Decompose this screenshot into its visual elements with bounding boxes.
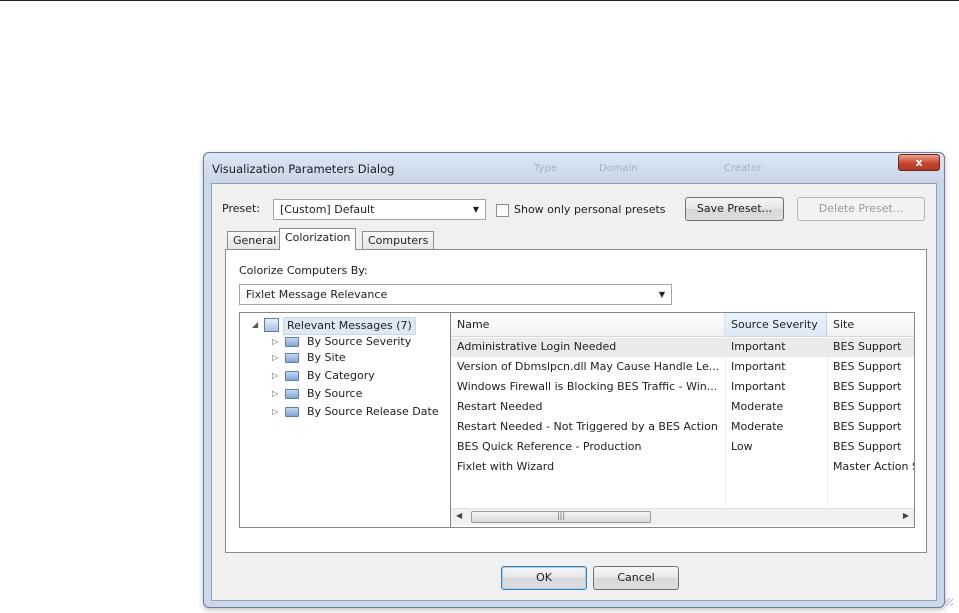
tab-colorization[interactable]: Colorization [279,228,357,250]
expanded-triangle-icon[interactable]: ◢ [252,317,258,333]
show-personal-presets-checkbox[interactable] [496,204,509,217]
folder-icon [285,371,299,381]
preset-value: [Custom] Default [280,203,375,216]
column-header-source-severity[interactable]: Source Severity [725,313,827,337]
table-cell-name[interactable]: Restart Needed - Not Triggered by a BES … [457,417,723,437]
table-cell-site[interactable]: BES Support [833,437,914,457]
table-cell-site[interactable]: Master Action Site [833,457,914,477]
column-divider [827,337,828,505]
table-cell-site[interactable]: BES Support [833,397,914,417]
ok-button[interactable]: OK [501,566,587,590]
tab-computers[interactable]: Computers [362,231,435,249]
top-border-line [0,0,959,1]
table-cell-name[interactable]: BES Quick Reference - Production [457,437,723,457]
colorize-by-value: Fixlet Message Relevance [246,288,388,301]
tree-item-label: By Site [307,351,346,364]
colorize-by-label: Colorize Computers By: [239,264,368,277]
collapsed-triangle-icon[interactable]: ▷ [272,368,278,384]
background-ghost-text: Type [534,163,557,174]
category-tree: ◢ Relevant Messages (7) ▷ By Source Seve… [239,312,451,528]
collapsed-triangle-icon[interactable]: ▷ [272,350,278,366]
horizontal-scrollbar[interactable]: ◀ ||| ▶ [451,508,914,525]
table-cell-name[interactable]: Windows Firewall is Blocking BES Traffic… [457,377,723,397]
tree-root-label: Relevant Messages (7) [283,317,416,335]
column-divider [725,337,726,505]
delete-preset-button[interactable]: Delete Preset... [797,197,925,221]
colorization-panel: Colorize Computers By: Fixlet Message Re… [225,249,927,553]
table-cell-severity[interactable]: Important [731,357,825,377]
cancel-button[interactable]: Cancel [593,566,679,590]
folder-icon [285,337,299,347]
table-cell-severity[interactable]: Low [731,437,825,457]
tab-general[interactable]: General [227,231,283,249]
collapsed-triangle-icon[interactable]: ▷ [272,334,278,350]
table-cell-severity[interactable] [731,457,825,477]
close-icon: x [915,156,923,169]
tree-item-label: By Source Release Date [307,405,439,418]
background-ghost-text: Domain [599,163,638,174]
collapsed-triangle-icon[interactable]: ▷ [272,386,278,402]
scroll-right-arrow-icon[interactable]: ▶ [903,511,909,520]
scroll-left-arrow-icon[interactable]: ◀ [456,511,462,520]
dialog-title: Visualization Parameters Dialog [212,162,395,176]
table-cell-name[interactable]: Administrative Login Needed [457,337,723,357]
preset-label: Preset: [222,202,261,215]
table-cell-severity[interactable]: Moderate [731,397,825,417]
resize-grip-icon[interactable] [945,598,953,606]
folder-icon [285,389,299,399]
tree-item-label: By Source Severity [307,335,412,348]
table-cell-severity[interactable]: Important [731,377,825,397]
folder-icon [285,407,299,417]
table-cell-severity[interactable]: Important [731,337,825,357]
scrollbar-thumb[interactable]: ||| [471,511,651,523]
background-ghost-text: Creator [724,163,762,174]
show-personal-presets-label[interactable]: Show only personal presets [514,203,666,216]
folder-icon [285,353,299,363]
column-header-name[interactable]: Name [451,313,725,337]
save-preset-button[interactable]: Save Preset... [685,197,784,221]
column-header-site[interactable]: Site [827,313,914,337]
table-cell-site[interactable]: BES Support [833,357,914,377]
dialog-client-area: Preset: [Custom] Default ▼ Show only per… [211,183,937,601]
collapsed-triangle-icon[interactable]: ▷ [272,404,278,420]
tree-item-label: By Category [307,369,375,382]
fixlet-list: Name Source Severity Site Administrative… [450,312,915,528]
tree-item-label: By Source [307,387,363,400]
table-cell-name[interactable]: Restart Needed [457,397,723,417]
table-cell-name[interactable]: Fixlet with Wizard [457,457,723,477]
close-button[interactable]: x [898,154,940,171]
title-bar[interactable]: Visualization Parameters Dialog Type Dom… [204,153,944,183]
table-cell-site[interactable]: BES Support [833,337,914,357]
messages-icon [264,318,279,332]
preset-dropdown[interactable]: [Custom] Default ▼ [273,199,486,220]
table-cell-name[interactable]: Version of Dbmslpcn.dll May Cause Handle… [457,357,723,377]
chevron-down-icon: ▼ [472,205,479,214]
colorize-by-dropdown[interactable]: Fixlet Message Relevance ▼ [239,284,672,305]
table-cell-site[interactable]: BES Support [833,417,914,437]
visualization-parameters-dialog: Visualization Parameters Dialog Type Dom… [203,152,945,608]
table-cell-site[interactable]: BES Support [833,377,914,397]
table-cell-severity[interactable]: Moderate [731,417,825,437]
chevron-down-icon: ▼ [658,290,665,299]
